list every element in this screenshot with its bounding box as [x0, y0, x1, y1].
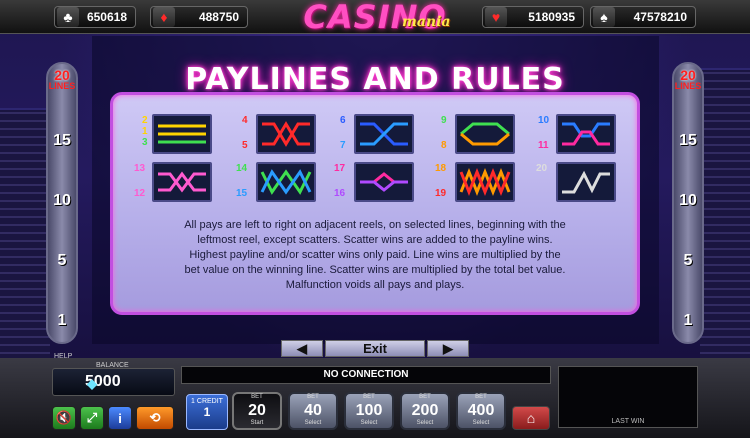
payline-number: 19 — [435, 188, 447, 199]
fullscreen-icon: ⤢ — [86, 410, 98, 425]
home-icon: ⌂ — [526, 410, 536, 426]
info-icon: i — [118, 410, 122, 426]
background-building — [0, 108, 50, 368]
balance-display: ◆ 5000 — [52, 368, 175, 396]
jackpot-hearts: ♥ 5180935 — [482, 6, 584, 28]
left-lines-panel: 20 LINES 15 10 5 1 — [46, 62, 78, 344]
fullscreen-button[interactable]: ⤢ — [80, 406, 104, 430]
payline-number: 14 — [236, 163, 248, 174]
clubs-icon: ♣ — [57, 7, 79, 27]
exit-button[interactable]: Exit — [325, 340, 425, 357]
payline-number: 16 — [334, 188, 346, 199]
credit-value-button[interactable]: 1 CREDIT 1 — [186, 394, 228, 430]
payline-wave-green-icon — [256, 162, 316, 202]
prev-page-button[interactable]: ◀ — [281, 340, 323, 357]
payline-number: 13 — [134, 163, 146, 174]
payline-dip-cross-icon — [556, 114, 616, 154]
bet-button-40[interactable]: BET 40 Select — [288, 392, 338, 430]
line-button-15[interactable]: 15 — [46, 132, 78, 150]
diamond-icon: ♦ — [153, 7, 175, 27]
jackpot-value: 47578210 — [633, 10, 687, 24]
line-button-10[interactable]: 10 — [672, 192, 704, 210]
line-button-10[interactable]: 10 — [46, 192, 78, 210]
payline-number: 12 — [134, 188, 146, 199]
jackpot-spades: ♠ 47578210 — [590, 6, 696, 28]
payline-number: 4 — [242, 115, 248, 126]
payline-v-cross-icon — [256, 114, 316, 154]
bet-button-100[interactable]: BET 100 Select — [344, 392, 394, 430]
jackpot-value: 488750 — [198, 10, 239, 24]
payline-w-line-icon — [556, 162, 616, 202]
payline-wave-pink-icon — [152, 162, 212, 202]
home-button[interactable]: ⌂ — [512, 406, 550, 430]
payline-number: 5 — [242, 140, 248, 151]
payline-number: 8 — [441, 140, 447, 151]
payline-number: 6 — [340, 115, 346, 126]
payline-number: 11 — [538, 140, 549, 151]
next-page-button[interactable]: ▶ — [427, 340, 469, 357]
right-lines-panel: 20 LINES 15 10 5 1 — [672, 62, 704, 344]
bet-button-20[interactable]: BET 20 Start — [232, 392, 282, 430]
autoplay-button[interactable]: ⟲ — [136, 406, 174, 430]
info-button[interactable]: i — [108, 406, 132, 430]
jackpot-diamonds: ♦ 488750 — [150, 6, 248, 28]
payline-number: 7 — [340, 140, 346, 151]
payline-number: 10 — [538, 115, 550, 126]
bet-button-200[interactable]: BET 200 Select — [400, 392, 450, 430]
line-button-1[interactable]: 1 — [672, 312, 704, 330]
payline-zigzag-icon — [455, 162, 515, 202]
payline-number: 1 — [142, 126, 148, 137]
payline-number: 2 — [142, 115, 148, 126]
jackpot-clubs: ♣ 650618 — [54, 6, 136, 28]
line-button-5[interactable]: 5 — [672, 252, 704, 270]
payline-straight-lines-icon — [152, 114, 212, 154]
background-building — [700, 68, 750, 368]
heart-icon: ♥ — [485, 7, 507, 27]
line-button-5[interactable]: 5 — [46, 252, 78, 270]
payline-number: 20 — [536, 163, 548, 174]
payline-hexagon-icon — [455, 114, 515, 154]
payline-number: 3 — [142, 137, 148, 148]
payline-number: 18 — [435, 163, 447, 174]
sound-toggle-button[interactable]: 🔇 — [52, 406, 76, 430]
spade-icon: ♠ — [593, 7, 615, 27]
status-message: NO CONNECTION — [181, 366, 551, 384]
line-button-15[interactable]: 15 — [672, 132, 704, 150]
autoplay-cycle-icon: ⟲ — [149, 410, 161, 425]
diamond-gem-icon: ◆ — [87, 376, 97, 391]
bet-button-400[interactable]: BET 400 Select — [456, 392, 506, 430]
speaker-muted-icon: 🔇 — [55, 410, 73, 425]
payline-step-cross-icon — [354, 114, 414, 154]
jackpot-value: 650618 — [86, 10, 127, 24]
jackpot-value: 5180935 — [528, 10, 575, 24]
payline-number: 9 — [441, 115, 447, 126]
last-win-display: LAST WIN — [558, 366, 698, 428]
casino-mania-logo: CASINO mania — [303, 0, 451, 36]
payline-number: 17 — [334, 163, 346, 174]
payline-number: 15 — [236, 188, 248, 199]
rules-text: All pays are left to right on adjacent r… — [184, 219, 566, 291]
payline-diamond-icon — [354, 162, 414, 202]
line-button-1[interactable]: 1 — [46, 312, 78, 330]
help-label: HELP — [54, 353, 73, 360]
